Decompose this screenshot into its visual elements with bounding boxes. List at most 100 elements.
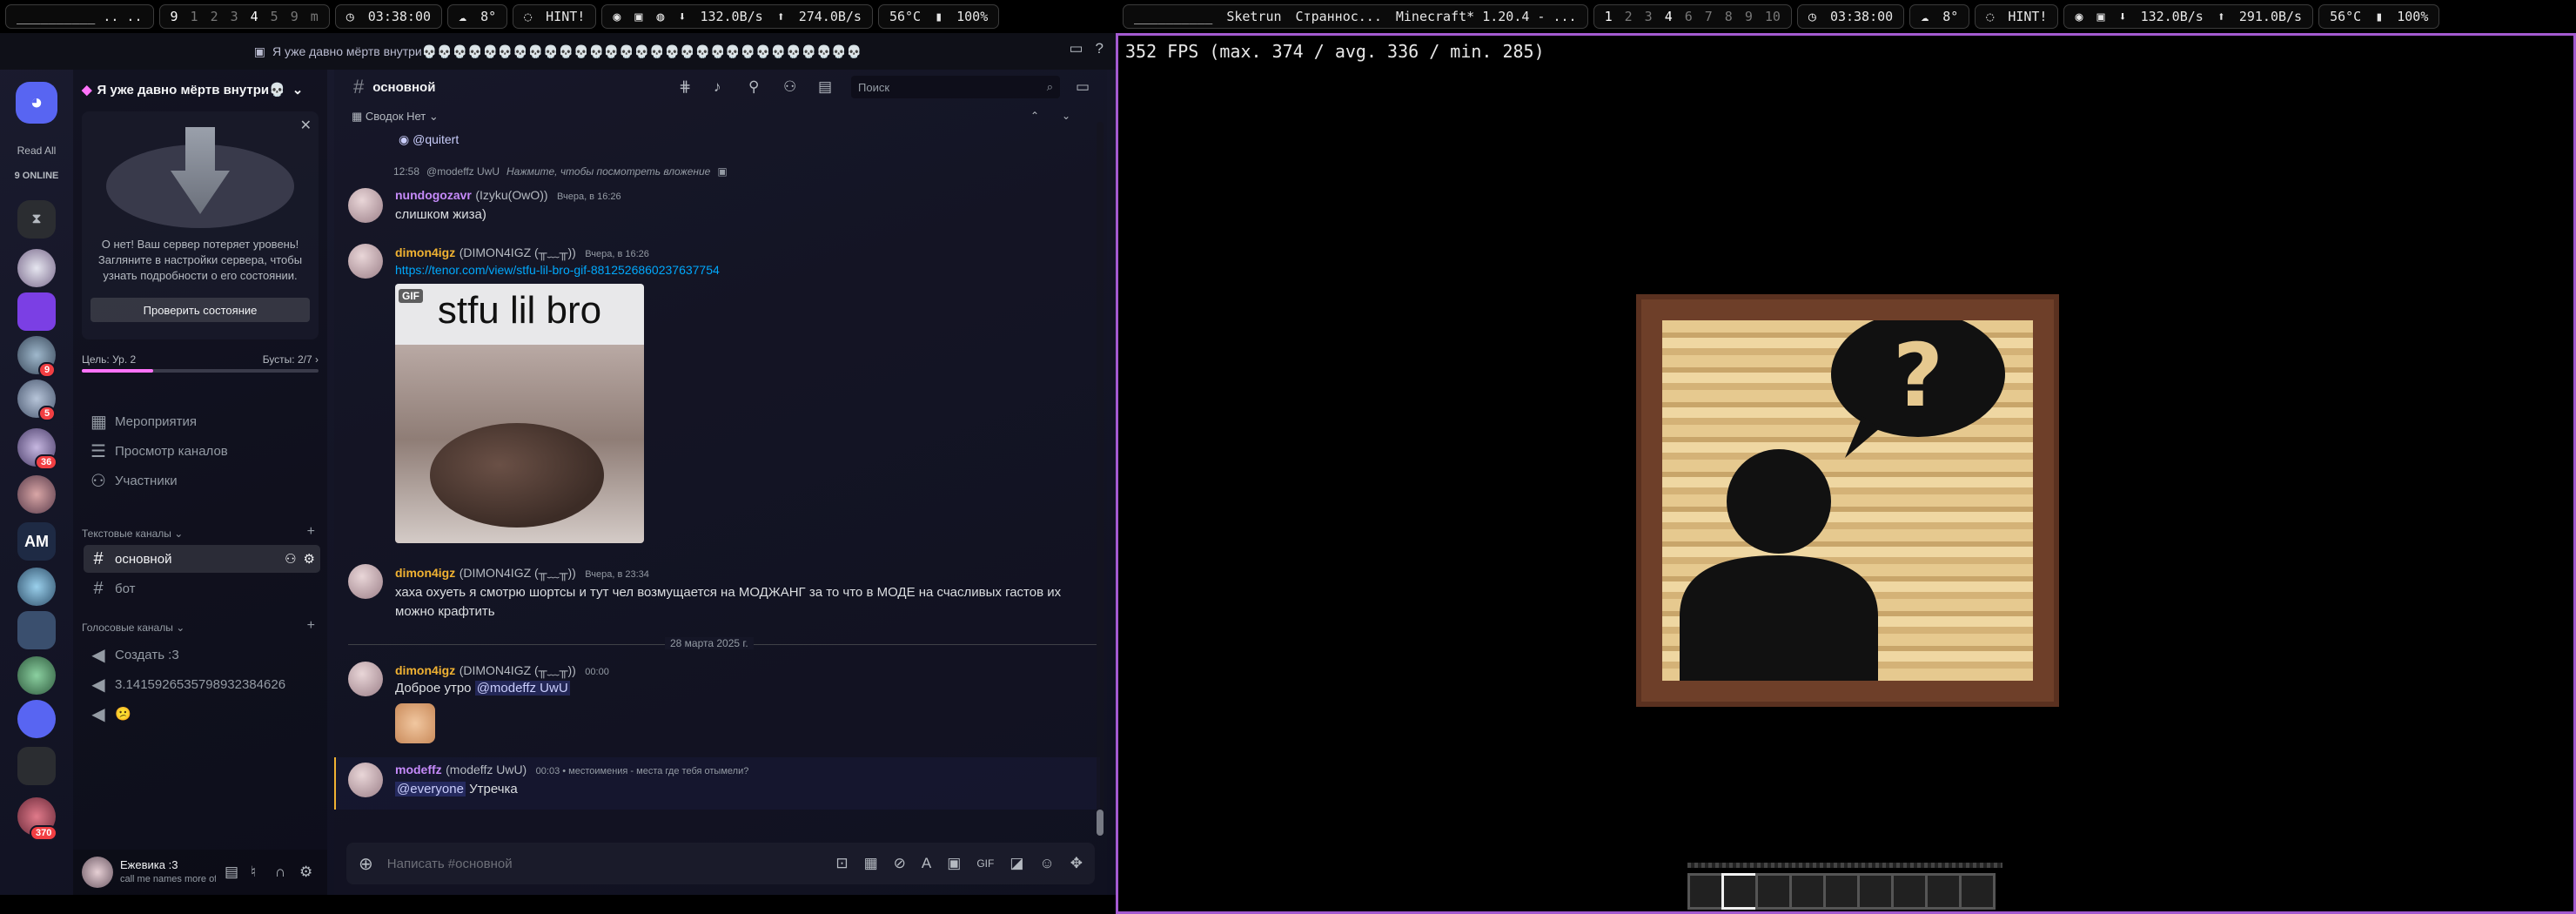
workspace-5[interactable]: 4 (251, 9, 258, 24)
server-header[interactable]: ◆ Я уже давно мёртв внутри💀 ⌄ (82, 75, 319, 104)
bell-icon[interactable]: ♪ (714, 78, 721, 96)
everyone-mention[interactable]: @everyone (395, 782, 466, 796)
tray-icon[interactable]: ▣ (634, 9, 642, 24)
minecraft-window[interactable]: 352 FPS (max. 374 / avg. 336 / min. 285)… (1116, 33, 2576, 914)
chevron-down-icon[interactable]: ⌄ (1062, 110, 1070, 122)
sticker-icon[interactable]: ◪ (1010, 855, 1023, 872)
ws-r-7[interactable]: 8 (1725, 9, 1733, 24)
hotbar-slot-6[interactable] (1857, 873, 1894, 910)
hotbar-slot-4[interactable] (1789, 873, 1826, 910)
workspace-8[interactable]: m (311, 9, 319, 24)
window-title-strannos[interactable]: Страннос... (1296, 9, 1382, 24)
ws-r-8[interactable]: 9 (1745, 9, 1753, 24)
hotbar-slot-3[interactable] (1755, 873, 1792, 910)
workspace-1[interactable]: 9 (171, 9, 178, 24)
voice-channel-pi[interactable]: ◀ 3.1415926535798932384626 (84, 670, 320, 698)
calendar-icon[interactable]: ▦ (864, 855, 878, 872)
message-author[interactable]: nundogozavr (395, 188, 472, 202)
add-attachment-icon[interactable]: ⊕ (359, 853, 373, 875)
discord-tray-icon[interactable]: ◍ (656, 9, 664, 24)
avatar[interactable] (348, 564, 383, 599)
workspace-switcher-right[interactable]: 1 2 3 4 6 7 8 9 10 (1593, 4, 1792, 29)
gif-icon[interactable]: GIF (976, 857, 994, 870)
avatar[interactable] (348, 188, 383, 223)
workspace-3[interactable]: 2 (211, 9, 218, 24)
ws-r-9[interactable]: 10 (1765, 9, 1781, 24)
channel-bot[interactable]: # бот (84, 575, 320, 602)
server-avatar-10[interactable] (17, 700, 56, 738)
inbox-icon[interactable]: ▭ (1076, 78, 1090, 96)
mute-icon[interactable]: ⊘ (894, 855, 906, 872)
gear-icon[interactable]: ⚙ (299, 864, 312, 881)
message-author[interactable]: dimon4igz (395, 566, 455, 580)
hourglass-icon[interactable]: ⧗ (17, 200, 56, 239)
workspace-7[interactable]: 9 (291, 9, 299, 24)
gear-icon[interactable]: ⚙ (304, 551, 315, 567)
gamepad-icon[interactable]: ▤ (225, 864, 238, 881)
user-mention[interactable]: @modeffz UwU (474, 681, 570, 696)
sticker-image[interactable] (395, 703, 435, 743)
workspace-title-segment[interactable]: __________ .. .. (5, 4, 154, 29)
steam-icon[interactable]: ◉ (613, 9, 621, 24)
headphones-icon[interactable]: ∩ (275, 864, 285, 881)
add-text-channel-icon[interactable]: + (307, 524, 315, 540)
server-avatar-2[interactable] (17, 292, 56, 331)
workspace-list-right[interactable]: 1 2 3 4 6 7 8 9 10 (1605, 9, 1781, 24)
threads-icon[interactable]: ⋕ (679, 78, 691, 96)
workspace-2[interactable]: 1 (191, 9, 198, 24)
workspace-6[interactable]: 5 (271, 9, 278, 24)
voice-category[interactable]: Голосовые каналы ⌄ (82, 622, 184, 634)
workspace-4[interactable]: 3 (231, 9, 238, 24)
search-input[interactable]: Поиск ⌕ (851, 76, 1060, 98)
server-avatar-9[interactable] (17, 656, 56, 695)
microphone-icon[interactable]: ♮ (251, 864, 256, 881)
voice-channel-create[interactable]: ◀ Создать :3 (84, 641, 320, 669)
server-avatar-1[interactable] (17, 249, 56, 287)
server-avatar-6[interactable] (17, 475, 56, 514)
scrollbar-thumb[interactable] (1097, 810, 1104, 836)
ws-r-3[interactable]: 3 (1645, 9, 1653, 24)
close-icon[interactable]: ✕ (300, 117, 312, 134)
avatar[interactable] (82, 857, 113, 888)
reply-mention[interactable]: ◉ @quitert (399, 132, 459, 147)
window-title-sketrun[interactable]: Sketrun (1226, 9, 1281, 24)
help-icon[interactable]: ? (1096, 40, 1104, 57)
message-composer[interactable]: ⊕ Написать #основной ⊡ ▦ ⊘ A ▣ GIF ◪ ☺ ✥ (346, 843, 1095, 884)
lock-icon[interactable]: ⊡ (835, 855, 848, 872)
add-voice-channel-icon[interactable]: + (307, 618, 315, 634)
ws-r-6[interactable]: 7 (1705, 9, 1713, 24)
tray-icon[interactable]: ▣ (2097, 9, 2105, 24)
workspace-switcher[interactable]: 9123459m (158, 4, 330, 29)
server-avatar-11[interactable] (17, 747, 56, 785)
gif-embed[interactable]: GIF stfu lil bro (395, 284, 644, 543)
server-avatar-am[interactable]: AM (17, 522, 56, 561)
window-titles-segment[interactable]: __________ Sketrun Страннос... Minecraft… (1123, 4, 1588, 29)
server-avatar-7[interactable] (17, 568, 56, 606)
ws-r-2[interactable]: 2 (1625, 9, 1633, 24)
window-title-minecraft[interactable]: Minecraft* 1.20.4 - ... (1396, 9, 1577, 24)
discord-home-icon[interactable]: ◕ (16, 82, 57, 124)
apps-icon[interactable]: ✥ (1070, 855, 1083, 872)
reply-preview[interactable]: 12:58 @modeffz UwU Нажмите, чтобы посмот… (393, 165, 728, 178)
ws-r-5[interactable]: 6 (1685, 9, 1693, 24)
text-category[interactable]: Текстовые каналы ⌄ (82, 528, 183, 540)
read-all-button[interactable]: Read All (0, 144, 73, 157)
channel-osnovnoy[interactable]: # основной ⚇ ⚙ (84, 545, 320, 573)
hotbar-slot-2[interactable] (1721, 873, 1758, 910)
hint-segment[interactable]: ◌ HINT! (513, 4, 597, 29)
check-status-button[interactable]: Проверить состояние (91, 298, 310, 322)
summaries-button[interactable]: ▦ Сводок Нет ⌄ (352, 110, 439, 124)
hotbar[interactable] (1687, 873, 1996, 910)
avatar[interactable] (348, 662, 383, 696)
translate-icon[interactable]: A (922, 855, 931, 872)
boost-count-link[interactable]: Бусты: 2/7 › (263, 353, 319, 366)
hotbar-slot-1[interactable] (1687, 873, 1724, 910)
ws-r-1[interactable]: 1 (1605, 9, 1613, 24)
scrollbar-track[interactable] (1097, 122, 1104, 836)
gift-icon[interactable]: ▣ (947, 855, 961, 872)
voice-channel-emoji[interactable]: ◀ 😕 (84, 700, 320, 728)
avatar[interactable] (348, 244, 383, 279)
hotbar-slot-9[interactable] (1959, 873, 1996, 910)
hint-segment-right[interactable]: ◌ HINT! (1975, 4, 2059, 29)
message-author[interactable]: dimon4igz (395, 245, 455, 259)
